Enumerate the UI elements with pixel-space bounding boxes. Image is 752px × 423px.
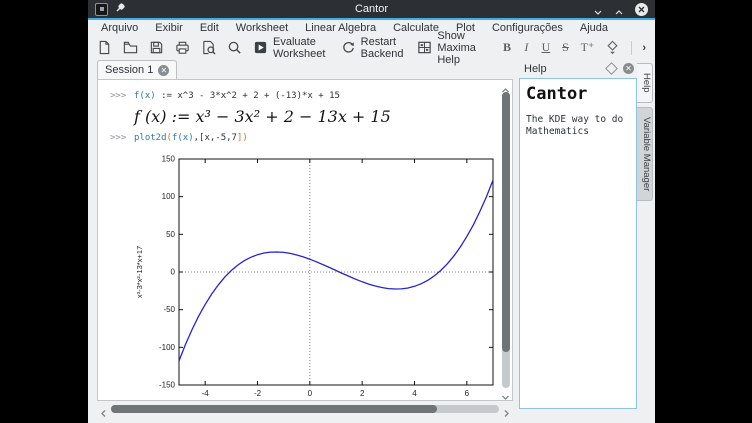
titlebar: Cantor: [88, 0, 655, 18]
evaluate-worksheet-button[interactable]: Evaluate Worksheet: [253, 36, 330, 60]
worksheet-column: Session 1 ✕ >>> f(x) := x^3 - 3*x^2 + 2 …: [97, 59, 513, 423]
plot2d-chart: -4 -2 0 2 4 6 -150 -100 -50 0 50 100 150 x³-3*x²-13*x…: [131, 151, 507, 401]
tab-session-1[interactable]: Session 1 ✕: [97, 60, 177, 79]
close-icon[interactable]: [635, 3, 648, 16]
underline-button[interactable]: U: [542, 40, 551, 55]
menu-ajuda[interactable]: Ajuda: [580, 22, 608, 34]
print-preview-icon[interactable]: [201, 40, 216, 55]
command-1[interactable]: f(x) := x^3 - 3*x^2 + 2 + (-13)*x + 15: [134, 90, 340, 102]
scroll-right-icon[interactable]: [502, 405, 511, 414]
svg-text:-50: -50: [163, 305, 175, 314]
svg-text:-2: -2: [254, 389, 262, 398]
help-panel: Help ✕ Cantor The KDE way to do Mathemat…: [519, 59, 637, 423]
evaluate-icon: [253, 40, 268, 55]
horizontal-scrollbar[interactable]: [97, 403, 513, 415]
help-close-icon[interactable]: ✕: [623, 63, 634, 74]
toolbar-overflow-button[interactable]: ›: [642, 42, 646, 54]
side-tab-variable-manager[interactable]: Variable Manager: [637, 107, 653, 201]
svg-text:100: 100: [162, 192, 176, 201]
horizontal-scroll-thumb[interactable]: [111, 405, 437, 413]
plot-result: -4 -2 0 2 4 6 -150 -100 -50 0 50 100 150 x³-3*x²-13*x…: [131, 151, 512, 401]
command-entry-2[interactable]: >>> plot2d(f(x),[x,-5,7]): [98, 132, 512, 144]
help-body-text: The KDE way to do Mathematics: [526, 114, 630, 139]
prompt-2: >>>: [110, 132, 134, 144]
help-content: Cantor The KDE way to do Mathematics: [519, 78, 637, 409]
menu-configuracoes[interactable]: Configurações: [492, 22, 563, 34]
minimize-icon[interactable]: [593, 4, 603, 14]
window-title: Cantor: [215, 3, 528, 15]
app-icon[interactable]: [95, 3, 108, 16]
save-icon[interactable]: [149, 40, 164, 55]
tab-close-icon[interactable]: ✕: [158, 65, 169, 76]
menu-arquivo[interactable]: Arquivo: [101, 22, 138, 34]
bold-button[interactable]: B: [503, 40, 511, 55]
svg-text:0: 0: [308, 389, 313, 398]
side-tab-strip: Help Variable Manager: [637, 59, 655, 423]
restart-backend-button[interactable]: Restart Backend: [341, 36, 407, 60]
tab-bar: Session 1 ✕: [97, 59, 513, 79]
svg-text:-4: -4: [202, 389, 210, 398]
menubar: Arquivo Exibir Edit Worksheet Linear Alg…: [88, 20, 655, 36]
svg-text:150: 150: [162, 155, 176, 164]
help-panel-header: Help ✕: [519, 59, 637, 78]
new-document-icon[interactable]: [97, 40, 112, 55]
menu-worksheet[interactable]: Worksheet: [236, 22, 288, 34]
restart-icon: [341, 40, 356, 55]
menu-linear-algebra[interactable]: Linear Algebra: [305, 22, 376, 34]
evaluate-label: Evaluate Worksheet: [273, 36, 330, 60]
scroll-up-icon[interactable]: [501, 82, 510, 91]
find-icon[interactable]: [227, 40, 242, 55]
svg-text:x³-3*x²-13*x+17: x³-3*x²-13*x+17: [135, 246, 144, 298]
cantor-window: Cantor Arquivo Exibir Edit Worksheet Lin…: [88, 0, 655, 423]
prompt-1: >>>: [110, 90, 134, 102]
scroll-left-icon[interactable]: [99, 405, 108, 414]
restart-label: Restart Backend: [361, 36, 407, 60]
tab-label: Session 1: [105, 64, 153, 76]
svg-text:-150: -150: [159, 381, 176, 390]
scroll-down-icon[interactable]: [501, 389, 510, 398]
maxima-help-icon: [417, 40, 432, 55]
svg-text:4: 4: [412, 389, 417, 398]
print-icon[interactable]: [175, 40, 190, 55]
maximize-icon[interactable]: [614, 4, 624, 14]
help-panel-title: Help: [524, 63, 607, 75]
window-controls: [528, 3, 648, 16]
open-folder-icon[interactable]: [123, 40, 138, 55]
float-panel-icon[interactable]: [605, 62, 618, 75]
menu-edit[interactable]: Edit: [200, 22, 219, 34]
svg-text:6: 6: [465, 389, 470, 398]
desktop: { "titlebar": { "title": "Cantor" }, "me…: [0, 0, 752, 423]
side-tab-help[interactable]: Help: [637, 63, 653, 103]
vertical-scroll-track[interactable]: [502, 92, 510, 388]
vertical-scroll-thumb[interactable]: [502, 92, 510, 352]
titlebar-left: [95, 0, 215, 18]
svg-text:2: 2: [360, 389, 365, 398]
italic-button[interactable]: I: [522, 40, 530, 55]
superscript-button[interactable]: T⁺: [581, 40, 594, 55]
strikethrough-button[interactable]: S: [561, 40, 569, 55]
help-heading: Cantor: [526, 84, 630, 104]
main-area: Session 1 ✕ >>> f(x) := x^3 - 3*x^2 + 2 …: [88, 59, 655, 423]
command-entry-1[interactable]: >>> f(x) := x^3 - 3*x^2 + 2 + (-13)*x + …: [98, 90, 512, 102]
svg-text:-100: -100: [159, 343, 176, 352]
menu-exibir[interactable]: Exibir: [155, 22, 183, 34]
svg-text:0: 0: [171, 268, 176, 277]
toolbar: Evaluate Worksheet Restart Backend Show …: [88, 36, 655, 59]
text-color-icon[interactable]: [605, 40, 620, 55]
rendered-formula: f (x) := x³ − 3x² + 2 − 13x + 15: [134, 107, 512, 126]
worksheet[interactable]: >>> f(x) := x^3 - 3*x^2 + 2 + (-13)*x + …: [97, 79, 513, 401]
svg-text:50: 50: [166, 230, 175, 239]
vertical-scrollbar[interactable]: [500, 82, 511, 398]
toolbar-separator: [631, 41, 632, 55]
horizontal-scroll-track[interactable]: [111, 405, 499, 413]
pin-icon[interactable]: [115, 0, 126, 18]
command-2[interactable]: plot2d(f(x),[x,-5,7]): [134, 132, 248, 144]
